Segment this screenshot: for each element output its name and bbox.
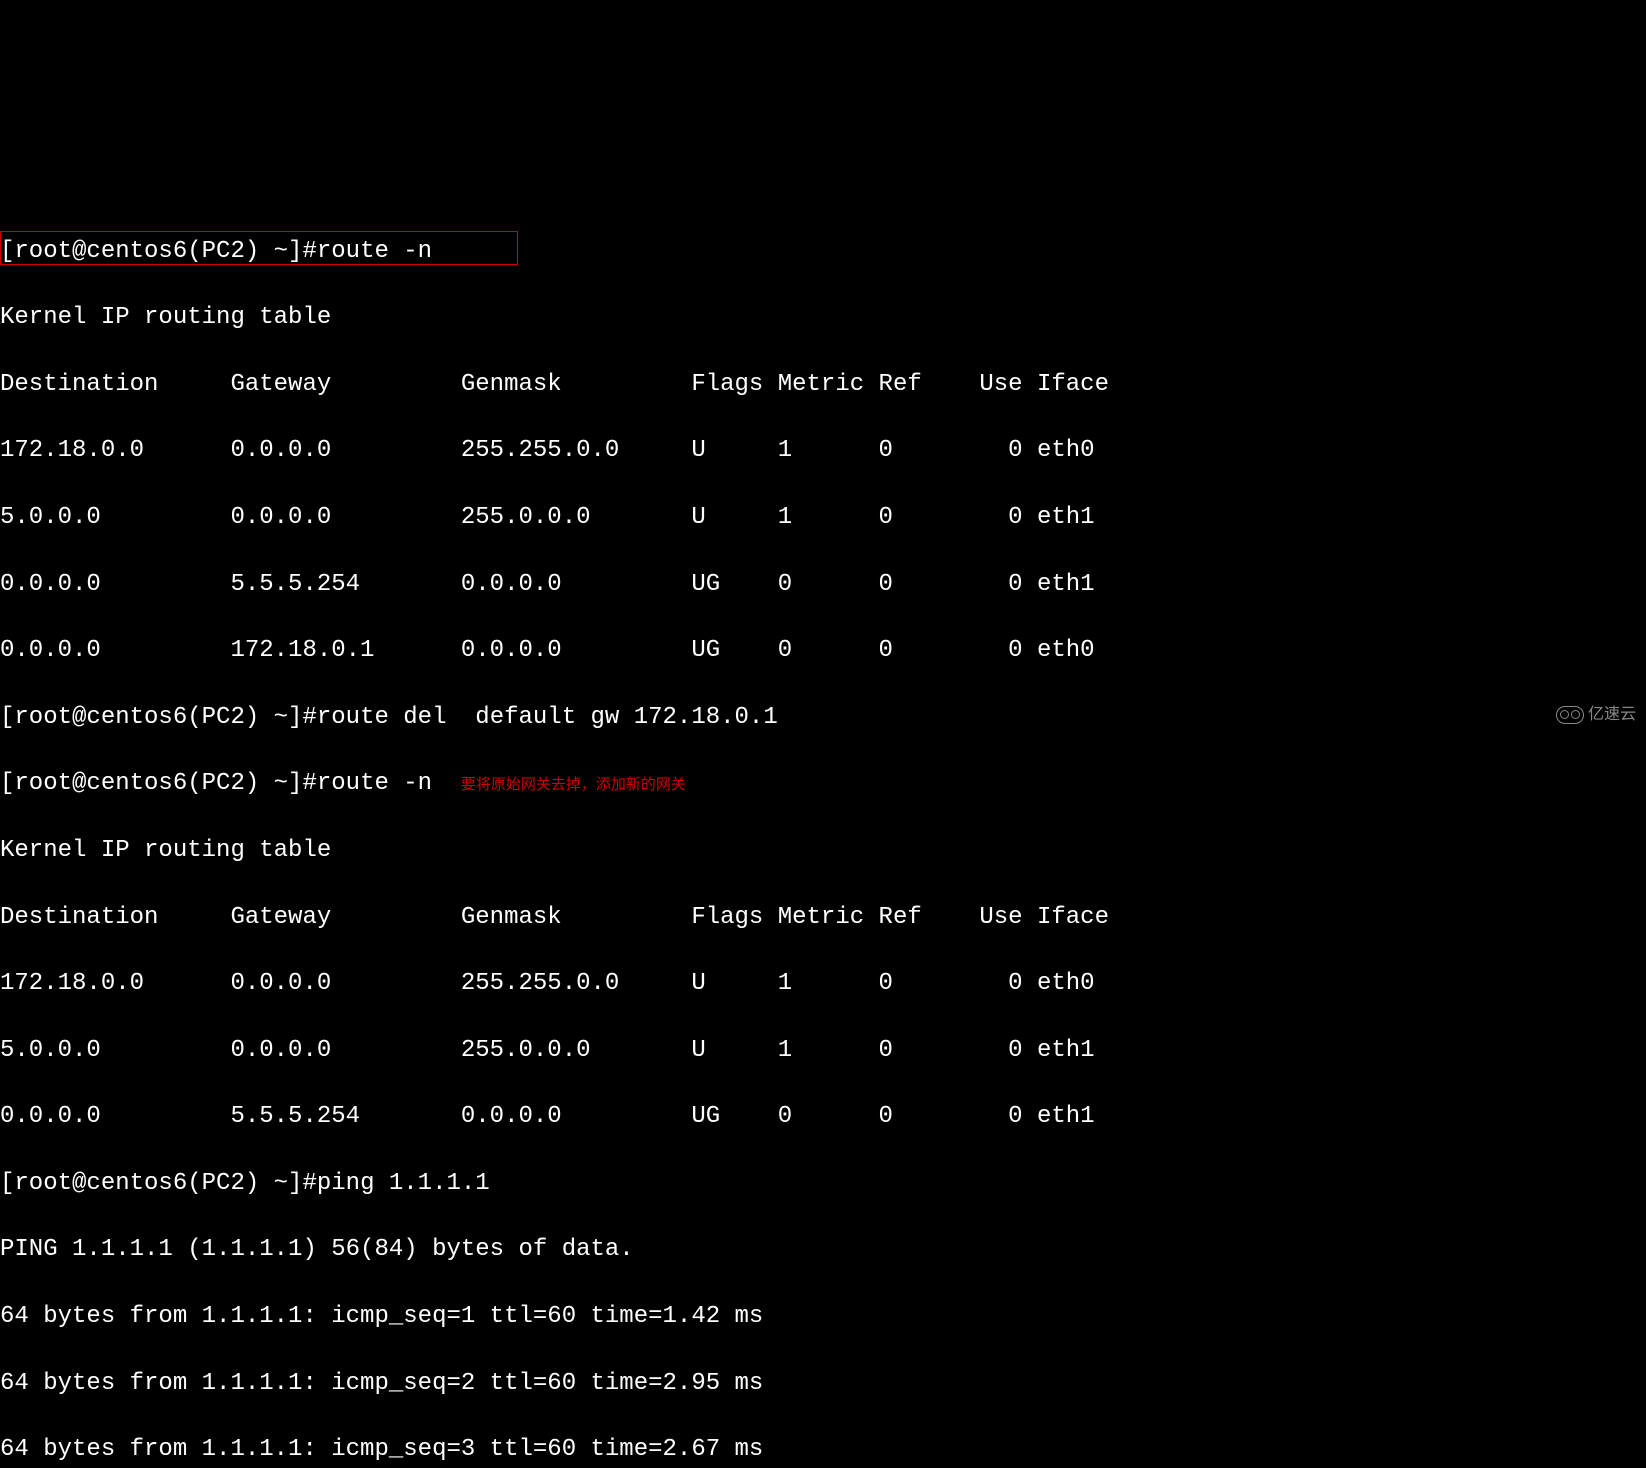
cloud-icon	[1556, 706, 1584, 724]
annotation-text: 要将原始网关去掉，添加新的网关	[461, 776, 686, 793]
command: route -n	[317, 770, 432, 797]
command: route -n	[317, 238, 432, 265]
route-row: 5.0.0.0 0.0.0.0 255.0.0.0 U 1 0 0 eth1	[0, 501, 1646, 534]
route-row: 0.0.0.0 5.5.5.254 0.0.0.0 UG 0 0 0 eth1	[0, 568, 1646, 601]
ping-reply: 64 bytes from 1.1.1.1: icmp_seq=3 ttl=60…	[0, 1433, 1646, 1466]
watermark-text: 亿速云	[1588, 704, 1636, 726]
command: ping 1.1.1.1	[317, 1170, 490, 1197]
prompt-line: [root@centos6(PC2) ~]#route del default …	[0, 701, 1646, 734]
table-header: Destination Gateway Genmask Flags Metric…	[0, 368, 1646, 401]
shell-prompt: [root@centos6(PC2) ~]#	[0, 1170, 317, 1197]
shell-prompt: [root@centos6(PC2) ~]#	[0, 770, 317, 797]
route-row-highlighted: 0.0.0.0 172.18.0.1 0.0.0.0 UG 0 0 0 eth0	[0, 634, 1646, 667]
ping-reply: 64 bytes from 1.1.1.1: icmp_seq=2 ttl=60…	[0, 1367, 1646, 1400]
table-title: Kernel IP routing table	[0, 834, 1646, 867]
command: route del default gw 172.18.0.1	[317, 704, 778, 731]
table-header: Destination Gateway Genmask Flags Metric…	[0, 901, 1646, 934]
prompt-line: [root@centos6(PC2) ~]#ping 1.1.1.1	[0, 1167, 1646, 1200]
prompt-line: [root@centos6(PC2) ~]#route -n	[0, 235, 1646, 268]
route-row: 172.18.0.0 0.0.0.0 255.255.0.0 U 1 0 0 e…	[0, 967, 1646, 1000]
shell-prompt: [root@centos6(PC2) ~]#	[0, 238, 317, 265]
ping-header: PING 1.1.1.1 (1.1.1.1) 56(84) bytes of d…	[0, 1233, 1646, 1266]
shell-prompt: [root@centos6(PC2) ~]#	[0, 704, 317, 731]
ping-reply: 64 bytes from 1.1.1.1: icmp_seq=1 ttl=60…	[0, 1300, 1646, 1333]
route-row: 172.18.0.0 0.0.0.0 255.255.0.0 U 1 0 0 e…	[0, 434, 1646, 467]
table-title: Kernel IP routing table	[0, 301, 1646, 334]
watermark: 亿速云	[1556, 704, 1636, 726]
route-row: 0.0.0.0 5.5.5.254 0.0.0.0 UG 0 0 0 eth1	[0, 1100, 1646, 1133]
terminal-line	[0, 168, 1646, 201]
route-row: 5.0.0.0 0.0.0.0 255.0.0.0 U 1 0 0 eth1	[0, 1034, 1646, 1067]
terminal-output[interactable]: [root@centos6(PC2) ~]#route -n Kernel IP…	[0, 134, 1646, 1468]
prompt-line: [root@centos6(PC2) ~]#route -n 要将原始网关去掉，…	[0, 767, 1646, 800]
